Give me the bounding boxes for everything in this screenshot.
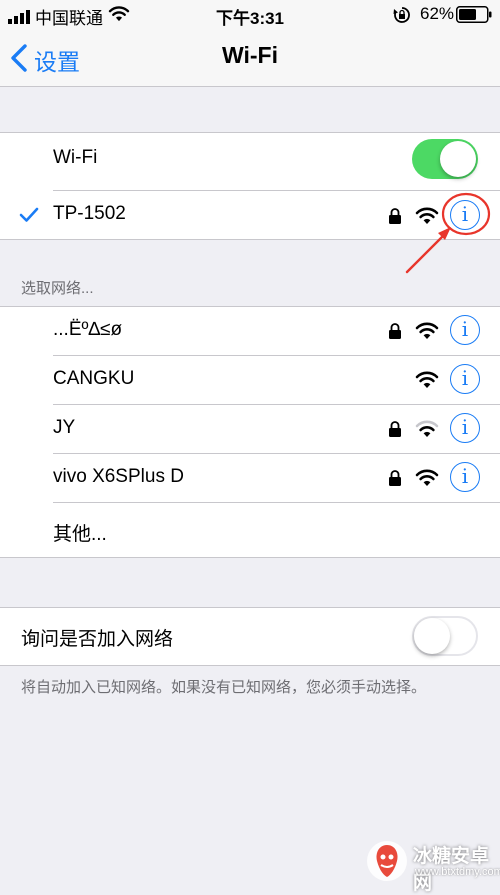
info-button[interactable]: i	[450, 413, 480, 443]
ask-to-join-group: 询问是否加入网络	[0, 607, 500, 666]
divider	[53, 502, 500, 503]
info-button[interactable]: i	[450, 315, 480, 345]
lock-icon	[389, 421, 401, 437]
toggle-knob	[440, 141, 476, 177]
network-name: ...Ëº∆≤ø	[53, 319, 123, 340]
wifi-signal-icon	[415, 371, 439, 388]
wifi-toggle-label: Wi-Fi	[53, 147, 98, 168]
toggle-knob	[414, 618, 450, 654]
section-header-choose-network: 选取网络...	[21, 280, 94, 297]
rotation-lock-icon	[393, 7, 410, 23]
wifi-toggle-row: Wi-Fi	[0, 135, 500, 183]
watermark-url: www.btxtdmy.com	[415, 866, 500, 878]
network-name: CANGKU	[53, 368, 135, 389]
network-name: vivo X6SPlus D	[53, 466, 184, 487]
watermark-logo-icon	[367, 841, 407, 881]
network-row[interactable]: JY i	[0, 405, 500, 453]
checkmark-icon	[19, 207, 39, 222]
wifi-signal-icon	[415, 420, 439, 437]
wifi-signal-icon	[415, 469, 439, 486]
battery-percent: 62%	[420, 4, 455, 23]
ask-to-join-toggle[interactable]	[412, 616, 478, 656]
navigation-bar: 设置 Wi-Fi	[0, 30, 500, 87]
info-button[interactable]: i	[450, 462, 480, 492]
connected-network-name: TP-1502	[53, 203, 126, 224]
network-list: ...Ëº∆≤ø i CANGKU i JY i vivo X6SPlus D …	[0, 306, 500, 558]
wifi-signal-icon	[415, 322, 439, 339]
wifi-toggle[interactable]	[412, 139, 478, 179]
lock-icon	[389, 323, 401, 339]
network-row[interactable]: ...Ëº∆≤ø i	[0, 307, 500, 355]
watermark: 冰糖安卓网 www.btxtdmy.com	[357, 835, 500, 894]
page-title: Wi-Fi	[222, 42, 278, 68]
ask-to-join-label: 询问是否加入网络	[21, 629, 174, 650]
annotation-arrow-icon	[405, 192, 491, 274]
network-name: JY	[53, 417, 76, 438]
ask-to-join-note: 将自动加入已知网络。如果没有已知网络，您必须手动选择。	[21, 679, 427, 696]
battery-icon	[456, 6, 492, 23]
status-bar: 中国联通 下午3:31 62%	[0, 0, 500, 30]
lock-icon	[389, 470, 401, 486]
other-network-row[interactable]: 其他...	[0, 507, 500, 555]
network-row[interactable]: CANGKU i	[0, 356, 500, 404]
info-button[interactable]: i	[450, 364, 480, 394]
other-network-label: 其他...	[53, 524, 107, 545]
network-row[interactable]: vivo X6SPlus D i	[0, 454, 500, 502]
